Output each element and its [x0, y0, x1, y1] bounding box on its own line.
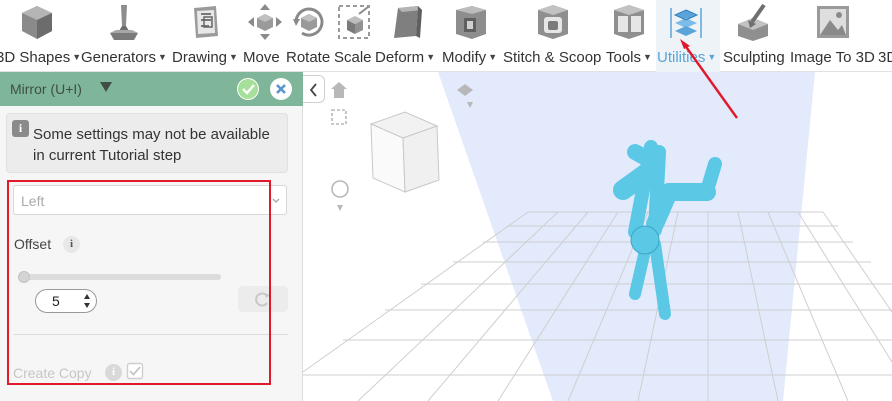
toolbar-modify[interactable]: Modify ▼: [440, 0, 502, 72]
collapse-panel-button[interactable]: [303, 75, 325, 103]
tools-icon: [614, 5, 644, 39]
toolbar-sculpting-label: Sculpting: [723, 49, 785, 66]
toolbar-deform-label: Deform: [375, 49, 425, 66]
toolbar-tools-label: Tools: [606, 49, 642, 66]
sculpting-icon: [738, 3, 768, 41]
scene-canvas: [303, 72, 892, 401]
toolbar-drawing[interactable]: Drawing ▼: [172, 0, 242, 72]
drawing-icon: [194, 6, 218, 38]
deform-icon: [394, 6, 422, 38]
orbit-icon: [331, 180, 349, 198]
toolbar-utilities[interactable]: Utilities ▼: [656, 0, 720, 72]
chevron-down-icon: ▼: [158, 52, 167, 62]
toolbar-move-label: Move: [243, 49, 280, 66]
toolbar-utilities-label: Utilities: [657, 49, 706, 66]
toolbar-rotate-label: Rotate: [286, 49, 331, 66]
main-toolbar: 3D Shapes ▼ Generators ▼ Drawing ▼ Move …: [0, 0, 892, 72]
toolbar-deform[interactable]: Deform ▼: [374, 0, 440, 72]
app-window: 3D Shapes ▼ Generators ▼ Drawing ▼ Move …: [0, 0, 892, 401]
toolbar-scale[interactable]: Scale: [334, 0, 374, 72]
scale-icon: [338, 5, 370, 39]
mirror-panel: Mirror (U+I) i Some settings may not be …: [0, 72, 303, 401]
toolbar-sculpting[interactable]: Sculpting: [720, 0, 790, 72]
toolbar-3d-overflow[interactable]: 3D: [878, 0, 892, 72]
toolbar-drawing-label: Drawing: [172, 49, 228, 66]
stitch-scoop-icon: [538, 5, 568, 39]
home-icon: [331, 82, 347, 89]
image-to-3d-icon: [817, 6, 849, 38]
chevron-left-icon: [309, 83, 317, 97]
chevron-down-icon: ▼: [643, 52, 652, 62]
3d-viewport[interactable]: [303, 72, 892, 401]
chevron-down-icon: ▼: [229, 52, 238, 62]
generator-icon: [110, 5, 138, 40]
panel-menu-caret-icon[interactable]: [100, 82, 112, 92]
view-cube[interactable]: [369, 111, 440, 193]
tutorial-info-text: Some settings may not be available in cu…: [33, 126, 270, 164]
chevron-down-icon: [337, 205, 343, 211]
toolbar-3d-shapes[interactable]: 3D Shapes ▼: [0, 0, 81, 72]
toolbar-scale-label: Scale: [334, 49, 372, 66]
close-icon: [276, 84, 286, 94]
tutorial-info-box: i Some settings may not be available in …: [6, 113, 288, 173]
toolbar-stitch-scoop-label: Stitch & Scoop: [503, 49, 602, 66]
toolbar-move[interactable]: Move: [242, 0, 286, 72]
panel-title: Mirror (U+I): [10, 81, 82, 97]
panel-header: Mirror (U+I): [0, 72, 303, 106]
mirror-plane: [438, 72, 815, 401]
rotate-icon: [293, 7, 324, 37]
toolbar-stitch-scoop[interactable]: Stitch & Scoop: [502, 0, 606, 72]
move-icon: [248, 4, 282, 40]
chevron-down-icon: ▼: [707, 52, 717, 62]
chevron-down-icon: ▼: [426, 52, 436, 62]
fit-view-icon: [331, 109, 347, 125]
cancel-button[interactable]: [270, 78, 292, 100]
toolbar-3d-overflow-label: 3D: [878, 49, 892, 66]
toolbar-generators-label: Generators: [81, 49, 157, 66]
toolbar-image-to-3d-label: Image To 3D: [790, 49, 875, 66]
toolbar-generators[interactable]: Generators ▼: [80, 0, 172, 72]
cube-icon: [22, 6, 52, 39]
annotation-highlight-box: [7, 180, 271, 385]
info-icon: i: [12, 120, 29, 137]
toolbar-image-to-3d[interactable]: Image To 3D: [790, 0, 878, 72]
toolbar-rotate[interactable]: Rotate: [286, 0, 334, 72]
toolbar-tools[interactable]: Tools ▼: [606, 0, 656, 72]
confirm-button[interactable]: [237, 78, 259, 100]
modify-icon: [456, 6, 486, 39]
chevron-down-icon: [272, 198, 280, 203]
toolbar-3d-shapes-label: 3D Shapes: [0, 49, 71, 66]
checkmark-icon: [241, 83, 255, 95]
toolbar-modify-label: Modify: [442, 49, 487, 66]
chevron-down-icon: ▼: [488, 52, 498, 62]
utilities-icon: [670, 8, 702, 38]
home-icon-body: [334, 89, 344, 98]
